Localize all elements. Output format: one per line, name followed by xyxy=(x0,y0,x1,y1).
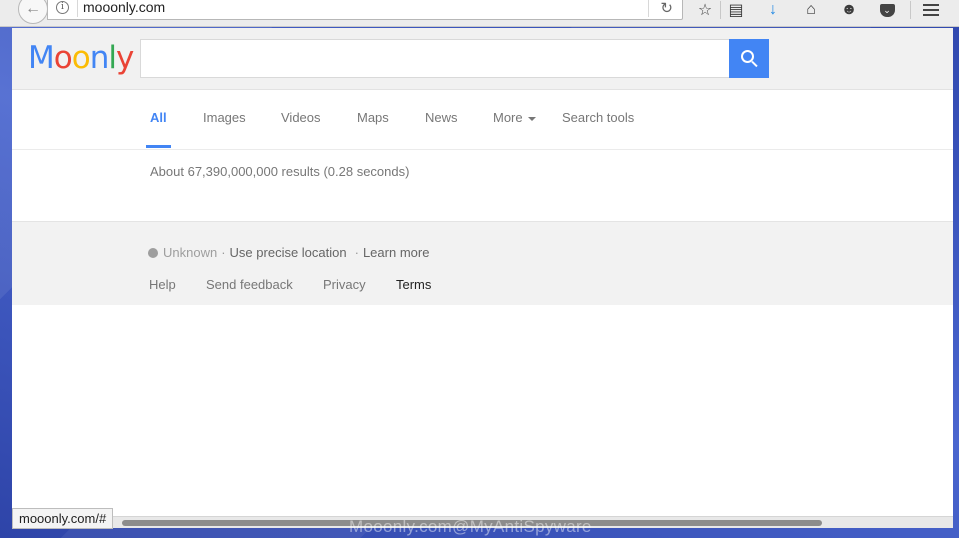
search-tabs: All Images Videos Maps News More Search … xyxy=(12,90,953,150)
bookmark-star-icon[interactable]: ☆ xyxy=(694,0,716,20)
chat-icon[interactable]: ☻ xyxy=(838,0,860,20)
tab-all[interactable]: All xyxy=(146,90,171,148)
location-row: Unknown · Use precise location · Learn m… xyxy=(148,245,429,260)
url-text[interactable]: mooonly.com xyxy=(83,0,165,15)
reading-list-icon[interactable]: ▤ xyxy=(725,0,747,20)
moonly-logo[interactable]: Moonly xyxy=(28,40,134,76)
search-input[interactable] xyxy=(140,39,730,78)
watermark: Mooonly.com@MyAntiSpyware xyxy=(349,517,592,536)
search-icon xyxy=(740,50,754,63)
toolbar-divider xyxy=(910,1,911,19)
footer-terms-link[interactable]: Terms xyxy=(396,277,431,292)
caret-down-icon xyxy=(527,116,536,121)
browser-toolbar: ← i mooonly.com ↻ ☆ ▤ ↓ ⌂ ☻ ⌄ xyxy=(0,0,959,27)
url-divider xyxy=(77,0,78,17)
home-icon[interactable]: ⌂ xyxy=(800,0,822,20)
location-dot-icon xyxy=(148,247,158,258)
location-status: Unknown xyxy=(163,245,218,260)
results-count: About 67,390,000,000 results (0.28 secon… xyxy=(150,164,410,179)
web-page: Moonly All Images Videos Maps News More … xyxy=(12,28,953,516)
tab-more[interactable]: More xyxy=(489,90,540,148)
reload-divider xyxy=(648,0,649,17)
tab-more-label: More xyxy=(493,110,523,125)
toolbar-divider xyxy=(720,1,721,19)
tab-images[interactable]: Images xyxy=(199,90,250,148)
back-arrow-icon[interactable]: ← xyxy=(18,0,48,24)
separator-dot: · xyxy=(221,245,226,260)
tab-videos[interactable]: Videos xyxy=(277,90,325,148)
page-footer: Unknown · Use precise location · Learn m… xyxy=(12,221,953,305)
tab-maps[interactable]: Maps xyxy=(353,90,393,148)
footer-help-link[interactable]: Help xyxy=(149,277,176,292)
footer-privacy-link[interactable]: Privacy xyxy=(323,277,366,292)
info-icon[interactable]: i xyxy=(56,1,69,14)
address-bar[interactable]: i mooonly.com ↻ xyxy=(47,0,683,20)
use-precise-location-link[interactable]: Use precise location xyxy=(230,245,347,260)
search-header: Moonly xyxy=(12,28,953,90)
footer-send-feedback-link[interactable]: Send feedback xyxy=(206,277,293,292)
tab-search-tools[interactable]: Search tools xyxy=(558,90,638,148)
download-arrow-icon[interactable]: ↓ xyxy=(762,0,784,20)
menu-icon[interactable] xyxy=(920,0,942,20)
search-button[interactable] xyxy=(729,39,769,78)
status-bar-url: mooonly.com/# xyxy=(12,508,114,529)
separator-dot: · xyxy=(354,245,359,260)
reload-icon[interactable]: ↻ xyxy=(660,0,673,17)
tab-news[interactable]: News xyxy=(421,90,462,148)
learn-more-link[interactable]: Learn more xyxy=(363,245,429,260)
pocket-icon[interactable]: ⌄ xyxy=(876,0,898,20)
